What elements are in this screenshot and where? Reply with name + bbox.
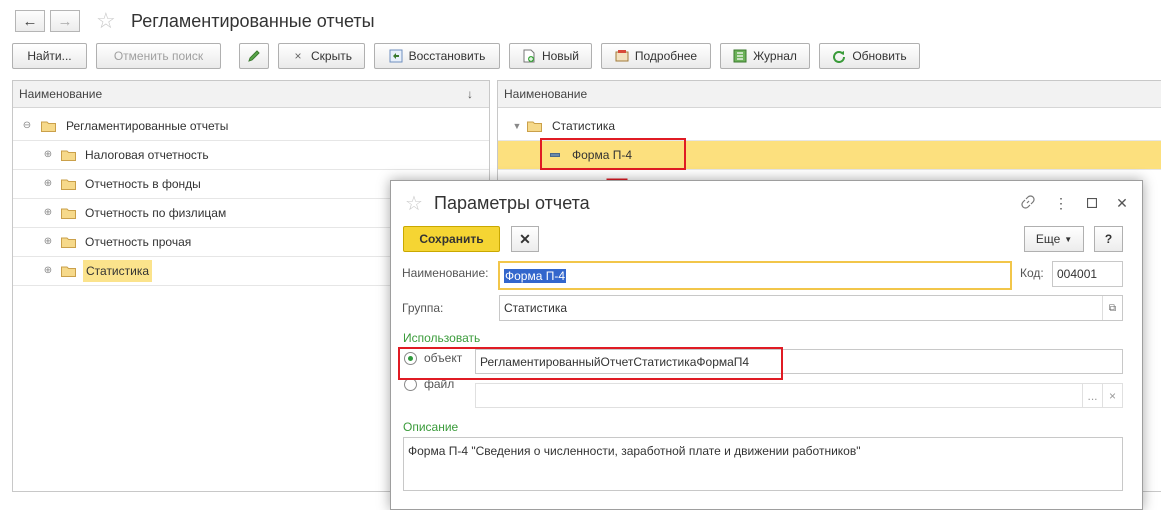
hide-label: Скрыть [311, 49, 352, 63]
pencil-icon [248, 50, 260, 62]
more-button[interactable]: Еще ▼ [1024, 226, 1084, 252]
hide-button[interactable]: × Скрыть [278, 43, 365, 69]
arrow-right-icon: → [57, 12, 73, 30]
code-label: Код: [1020, 266, 1044, 280]
save-label: Сохранить [419, 232, 484, 246]
details-button[interactable]: Подробнее [601, 43, 711, 69]
help-button[interactable]: ? [1094, 226, 1123, 252]
refresh-label: Обновить [852, 49, 907, 63]
sort-down-icon[interactable]: ↓ [467, 87, 473, 101]
expand-icon[interactable]: ⊕ [43, 266, 53, 276]
cancel-search-button[interactable]: Отменить поиск [96, 43, 221, 69]
dialog-title: Параметры отчета [434, 193, 590, 213]
use-section-label: Использовать [403, 331, 481, 345]
report-parameters-dialog[interactable]: ☆ Параметры отчета ⋮ ✕ Сохранить ✕ Еще ▼… [390, 180, 1143, 510]
close-icon[interactable]: ✕ [1114, 195, 1130, 212]
refresh-icon [833, 51, 846, 63]
group-field[interactable]: Статистика ⧉ [499, 295, 1123, 321]
folder-icon [61, 237, 76, 248]
tree-row-label-selected: Статистика [83, 260, 153, 282]
folder-icon [61, 266, 76, 277]
help-label: ? [1104, 232, 1113, 246]
annotation-box-object [398, 347, 783, 380]
group-field-value: Статистика [504, 301, 568, 315]
more-vertical-icon[interactable]: ⋮ [1053, 195, 1069, 212]
tree-row-label: Отчетность по физлицам [85, 206, 227, 220]
details-label: Подробнее [634, 49, 698, 63]
code-input[interactable]: 004001 [1052, 261, 1123, 287]
name-label: Наименование: [402, 266, 489, 280]
code-input-value: 004001 [1057, 267, 1098, 281]
tree-row-label: Отчетность прочая [85, 235, 192, 249]
collapse-triangle-icon[interactable]: ▼ [512, 121, 522, 131]
journal-icon [733, 49, 747, 63]
list-group-label: Статистика [552, 119, 616, 133]
arrow-left-icon: ← [22, 12, 38, 30]
left-column-header[interactable]: Наименование ↓ [13, 81, 489, 108]
journal-label: Журнал [753, 49, 797, 63]
name-input-value: Форма П-4 [504, 268, 567, 283]
maximize-icon[interactable] [1084, 195, 1100, 211]
folder-open-icon [527, 121, 542, 132]
cancel-search-label: Отменить поиск [113, 49, 204, 63]
expand-icon[interactable]: ⊕ [43, 237, 53, 247]
annotation-box-list-item [540, 138, 686, 170]
right-column-header[interactable]: Наименование [498, 81, 1161, 108]
edit-button[interactable] [239, 43, 269, 69]
link-icon[interactable] [1020, 195, 1036, 212]
cancel-close-button[interactable]: ✕ [511, 226, 539, 252]
new-button[interactable]: Новый [509, 43, 592, 69]
close-icon: × [294, 49, 302, 63]
description-textarea[interactable]: Форма П-4 "Сведения о численности, зараб… [403, 437, 1123, 491]
folder-icon [61, 179, 76, 190]
journal-button[interactable]: Журнал [720, 43, 810, 69]
dropdown-arrow-icon: ▼ [1064, 234, 1073, 244]
folder-icon [61, 150, 76, 161]
back-button[interactable]: ← [15, 10, 45, 32]
expand-icon[interactable]: ⊕ [43, 179, 53, 189]
list-group-row[interactable]: ▼ Статистика [498, 112, 1161, 141]
left-column-header-label: Наименование [19, 87, 103, 101]
find-label: Найти... [27, 49, 72, 63]
close-icon: ✕ [519, 230, 531, 247]
group-label: Группа: [402, 301, 444, 315]
more-label: Еще [1035, 232, 1061, 246]
tree-row-root[interactable]: ⊖ Регламентированные отчеты [13, 112, 489, 141]
save-button[interactable]: Сохранить [403, 226, 500, 252]
tree-row-label: Отчетность в фонды [85, 177, 201, 191]
page-title: Регламентированные отчеты [131, 11, 375, 31]
collapse-icon[interactable]: ⊖ [22, 121, 32, 131]
expand-icon[interactable]: ⊕ [43, 150, 53, 160]
details-icon [615, 50, 629, 62]
forward-button[interactable]: → [50, 10, 80, 32]
refresh-button[interactable]: Обновить [819, 43, 920, 69]
expand-icon[interactable]: ⊕ [43, 208, 53, 218]
file-field[interactable]: ... × [475, 383, 1123, 408]
favorite-star-icon[interactable]: ☆ [405, 191, 423, 216]
name-input[interactable]: Форма П-4 [498, 261, 1012, 290]
description-section-label: Описание [403, 420, 459, 434]
description-value: Форма П-4 "Сведения о численности, зараб… [408, 444, 861, 458]
favorite-star-icon[interactable]: ☆ [96, 10, 116, 32]
tree-row-label: Регламентированные отчеты [66, 119, 229, 133]
tree-row-tax[interactable]: ⊕ Налоговая отчетность [13, 141, 489, 170]
browse-button[interactable]: ... [1082, 384, 1102, 407]
folder-icon [61, 208, 76, 219]
new-document-icon [523, 49, 535, 63]
open-icon[interactable]: ⧉ [1102, 296, 1122, 320]
folder-open-icon [41, 121, 56, 132]
right-column-header-label: Наименование [504, 87, 588, 101]
find-button[interactable]: Найти... [12, 43, 87, 69]
restore-button[interactable]: Восстановить [374, 43, 500, 69]
tree-row-label: Налоговая отчетность [85, 148, 209, 162]
clear-button[interactable]: × [1102, 384, 1122, 407]
restore-label: Восстановить [408, 49, 486, 63]
new-label: Новый [541, 49, 580, 63]
restore-icon [389, 49, 403, 63]
